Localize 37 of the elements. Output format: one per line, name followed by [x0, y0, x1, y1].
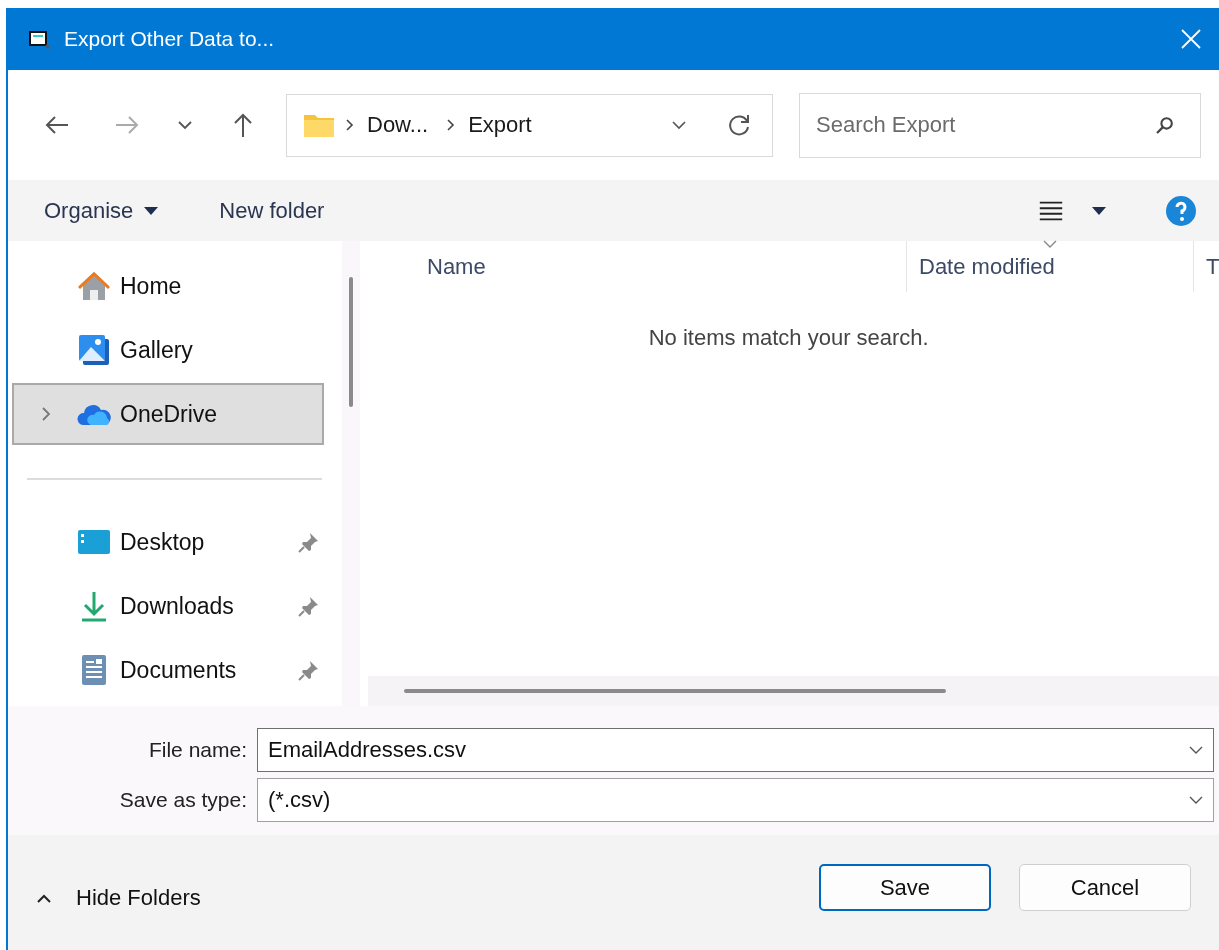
sidebar-item[interactable]: Documents: [12, 639, 324, 701]
save-button[interactable]: Save: [819, 864, 991, 911]
pin-icon[interactable]: [298, 595, 320, 617]
close-icon[interactable]: [1179, 27, 1203, 51]
empty-message: No items match your search.: [648, 325, 929, 351]
toolbar-button[interactable]: New folder: [213, 193, 331, 228]
caret-icon[interactable]: [1091, 205, 1107, 216]
sidebar-item[interactable]: Desktop: [12, 511, 324, 573]
file-type-dropdown[interactable]: (*.csv): [257, 778, 1214, 822]
hide-folders-button[interactable]: Hide Folders: [30, 880, 207, 915]
field-label: File name:: [147, 738, 247, 762]
picture-icon: [77, 333, 111, 367]
search-field[interactable]: Search Export: [799, 92, 1201, 158]
chevron-down-icon[interactable]: [1188, 745, 1204, 755]
caret-icon: [143, 205, 160, 216]
cancel-button[interactable]: Cancel: [1019, 864, 1191, 911]
column-header[interactable]: Name: [368, 241, 907, 292]
sidebar-item[interactable]: OneDrive: [12, 383, 324, 445]
window-icon: [28, 29, 50, 49]
menu-button[interactable]: Organise: [38, 193, 176, 228]
window-title: Export Other Data to...: [64, 27, 276, 51]
home-icon: [77, 269, 111, 303]
address-bar[interactable]: Dow... Export: [286, 93, 773, 157]
column-header[interactable]: T: [1194, 241, 1219, 292]
pin-icon[interactable]: [298, 659, 320, 681]
file-name-field[interactable]: EmailAddresses.csv: [257, 728, 1214, 772]
sidebar-item[interactable]: Downloads: [12, 575, 324, 637]
sidebar-item[interactable]: Gallery: [12, 319, 324, 381]
chevron-up-icon: [36, 892, 52, 903]
column-header[interactable]: Date modified: [907, 241, 1194, 292]
breadcrumb[interactable]: Export: [468, 112, 532, 138]
chevron-down-icon[interactable]: [1188, 795, 1204, 805]
sidebar-item[interactable]: Home: [12, 255, 324, 317]
breadcrumb[interactable]: Dow...: [367, 112, 429, 138]
help-icon[interactable]: [1165, 194, 1197, 227]
pin-icon[interactable]: [298, 531, 320, 553]
field-label: Save as type:: [118, 788, 247, 812]
